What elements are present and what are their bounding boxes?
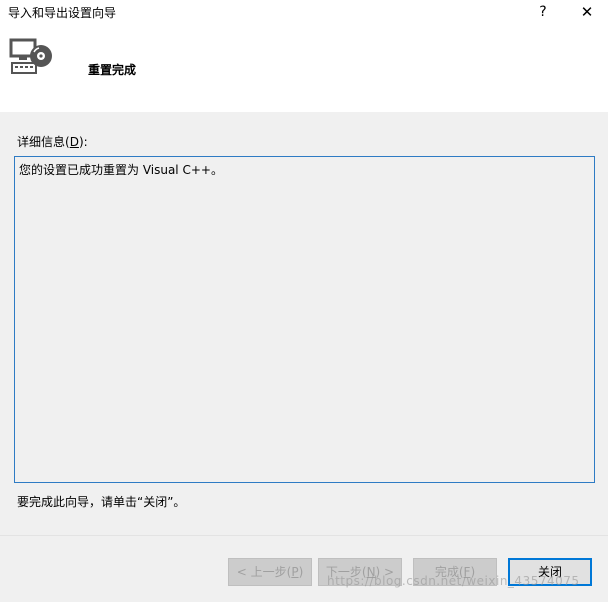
details-label-suffix: ): (78, 135, 88, 149)
previous-button-prefix: < 上一步( (236, 565, 292, 579)
header-title: 重置完成 (88, 63, 137, 77)
instruction-text: 要完成此向导，请单击“关闭”。 (17, 495, 186, 509)
finish-button[interactable]: 完成(F) (413, 558, 497, 586)
next-button-suffix: ) > (375, 565, 395, 579)
close-window-button[interactable]: ✕ (576, 2, 598, 24)
previous-button-suffix: ) (298, 565, 304, 579)
details-textbox[interactable]: 您的设置已成功重置为 Visual C++。 (14, 156, 595, 483)
wizard-header: 重置完成 (0, 28, 608, 112)
window-title: 导入和导出设置向导 (8, 6, 117, 20)
details-label: 详细信息(D): (17, 134, 88, 150)
wizard-dialog: 导入和导出设置向导 ? ✕ 重置完成 详细信息(D): 您的设置已成功重置为 V… (0, 0, 608, 602)
next-button-prefix: 下一步( (325, 565, 367, 579)
next-button[interactable]: 下一步(N) > (318, 558, 402, 586)
help-button[interactable]: ? (532, 2, 554, 24)
finish-button-suffix: ) (470, 565, 476, 579)
details-label-prefix: 详细信息( (17, 135, 70, 149)
next-button-accelerator: N (366, 565, 376, 579)
close-button[interactable]: 关闭 (508, 558, 592, 586)
divider (0, 535, 608, 536)
previous-button-accelerator: P (291, 565, 299, 579)
previous-button[interactable]: < 上一步(P) (228, 558, 312, 586)
title-bar: 导入和导出设置向导 ? ✕ (0, 0, 608, 28)
finish-button-prefix: 完成( (434, 565, 464, 579)
import-export-settings-icon (9, 38, 52, 74)
details-label-accelerator: D (69, 135, 79, 149)
